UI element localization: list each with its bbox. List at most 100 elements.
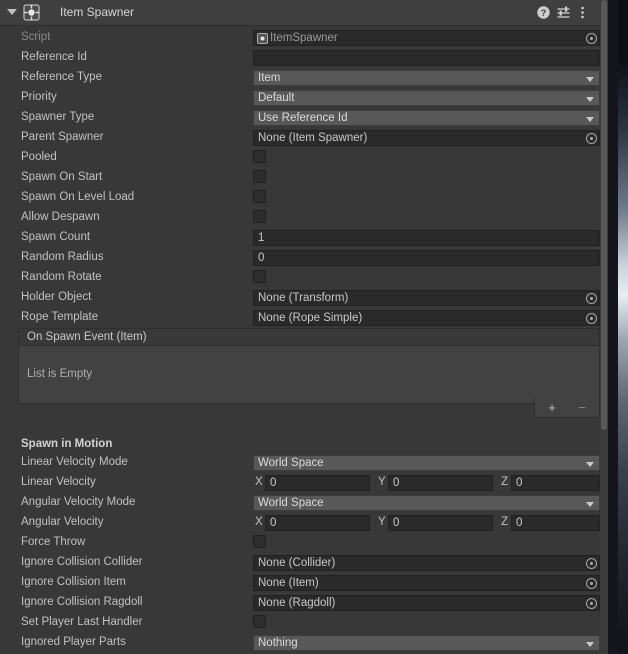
object-picker-icon[interactable] <box>586 558 597 569</box>
row-label: Spawn On Level Load <box>21 191 135 203</box>
foldout-arrow-icon[interactable] <box>7 9 17 15</box>
row-label: Script <box>21 31 51 43</box>
object-reference-field[interactable]: None (Transform) <box>253 290 600 306</box>
row-reference-id: Reference Id <box>0 48 600 68</box>
text-input[interactable] <box>253 50 600 66</box>
row-spawn-on-level-load: Spawn On Level Load <box>0 188 600 208</box>
object-picker-icon[interactable] <box>586 293 597 304</box>
motion_rows-field-3[interactable]: X0Y0Z0 <box>253 515 600 531</box>
rows-field-1[interactable] <box>253 50 600 66</box>
scrollbar-thumb[interactable] <box>601 0 607 430</box>
rows-field-5[interactable]: None (Item Spawner) <box>253 130 600 146</box>
rows-field-11[interactable]: 0 <box>253 250 600 266</box>
row-random-radius: Random Radius 0 <box>0 248 600 268</box>
inspector-scrollbar[interactable] <box>600 0 608 654</box>
motion_rows-field-4[interactable] <box>253 535 600 551</box>
inspector-panel: Item Spawner ? Script ItemSpawner Refere… <box>0 0 600 654</box>
rows-field-10[interactable]: 1 <box>253 230 600 246</box>
object-reference-field[interactable]: None (Item Spawner) <box>253 130 600 146</box>
rows-field-6[interactable] <box>253 150 600 166</box>
rows-field-14[interactable]: None (Rope Simple) <box>253 310 600 326</box>
checkbox-toggle[interactable] <box>253 170 266 183</box>
chevron-down-icon <box>586 502 594 507</box>
section-header-spawn-in-motion: Spawn in Motion <box>0 435 600 455</box>
dropdown-select[interactable]: World Space <box>253 495 600 511</box>
axis-input-2[interactable]: 0 <box>511 475 600 491</box>
dropdown-select[interactable]: Nothing <box>253 635 600 651</box>
rows-field-4[interactable]: Use Reference Id <box>253 110 600 126</box>
remove-event-button[interactable]: − <box>568 400 596 416</box>
row-label: Set Player Last Handler <box>21 616 143 628</box>
motion_rows-field-7[interactable]: None (Ragdoll) <box>253 595 600 611</box>
row-label: Random Rotate <box>21 271 102 283</box>
rows-field-12[interactable] <box>253 270 600 286</box>
motion_rows-field-8[interactable] <box>253 615 600 631</box>
rows-field-9[interactable] <box>253 210 600 226</box>
component-header[interactable]: Item Spawner ? <box>0 0 600 26</box>
script-icon <box>257 33 268 44</box>
row-label: Rope Template <box>21 311 99 323</box>
dropdown-select[interactable]: Use Reference Id <box>253 110 600 126</box>
axis-input-0[interactable]: 0 <box>265 475 370 491</box>
object-reference-field[interactable]: None (Collider) <box>253 555 600 571</box>
object-picker-icon[interactable] <box>586 133 597 144</box>
row-label: Angular Velocity <box>21 516 104 528</box>
row-label: Spawn Count <box>21 231 91 243</box>
checkbox-toggle[interactable] <box>253 535 266 548</box>
on-spawn-event-list[interactable]: On Spawn Event (Item) List is Empty <box>18 328 600 404</box>
row-label: Spawn On Start <box>21 171 103 183</box>
row-ignored-player-parts: Ignored Player Parts Nothing <box>0 633 600 653</box>
axis-value-1: 0 <box>393 517 400 529</box>
row-priority: Priority Default <box>0 88 600 108</box>
text-input[interactable]: 1 <box>253 230 600 246</box>
preset-icon[interactable] <box>555 4 572 21</box>
rows-field-0[interactable]: ItemSpawner <box>253 30 600 46</box>
row-label: Ignore Collision Ragdoll <box>21 596 143 608</box>
object-reference-field[interactable]: None (Item) <box>253 575 600 591</box>
object-picker-icon[interactable] <box>586 33 597 44</box>
chevron-down-icon <box>586 642 594 647</box>
object-field-value: None (Item Spawner) <box>258 132 368 144</box>
checkbox-toggle[interactable] <box>253 210 266 223</box>
object-picker-icon[interactable] <box>586 313 597 324</box>
object-reference-field[interactable]: None (Ragdoll) <box>253 595 600 611</box>
axis-label-1: Y <box>378 516 386 528</box>
text-input-value: 1 <box>258 232 265 244</box>
motion_rows-field-5[interactable]: None (Collider) <box>253 555 600 571</box>
checkbox-toggle[interactable] <box>253 270 266 283</box>
object-reference-field[interactable]: ItemSpawner <box>253 30 600 46</box>
axis-value-1: 0 <box>393 477 400 489</box>
axis-input-0[interactable]: 0 <box>265 515 370 531</box>
add-event-button[interactable]: + <box>538 400 566 416</box>
rows-field-3[interactable]: Default <box>253 90 600 106</box>
overflow-menu-icon[interactable] <box>574 4 591 21</box>
checkbox-toggle[interactable] <box>253 615 266 628</box>
row-rope-template: Rope Template None (Rope Simple) <box>0 308 600 328</box>
row-ignore-collision-ragdoll: Ignore Collision Ragdoll None (Ragdoll) <box>0 593 600 613</box>
text-input[interactable]: 0 <box>253 250 600 266</box>
checkbox-toggle[interactable] <box>253 150 266 163</box>
axis-value-2: 0 <box>516 517 523 529</box>
object-picker-icon[interactable] <box>586 598 597 609</box>
dropdown-select[interactable]: World Space <box>253 455 600 471</box>
rows-field-8[interactable] <box>253 190 600 206</box>
dropdown-select[interactable]: Item <box>253 70 600 86</box>
help-icon[interactable]: ? <box>535 4 552 21</box>
object-picker-icon[interactable] <box>586 578 597 589</box>
dropdown-select[interactable]: Default <box>253 90 600 106</box>
axis-input-1[interactable]: 0 <box>388 475 493 491</box>
motion_rows-field-0[interactable]: World Space <box>253 455 600 471</box>
rows-field-13[interactable]: None (Transform) <box>253 290 600 306</box>
motion_rows-field-2[interactable]: World Space <box>253 495 600 511</box>
axis-input-1[interactable]: 0 <box>388 515 493 531</box>
rows-field-7[interactable] <box>253 170 600 186</box>
motion_rows-field-1[interactable]: X0Y0Z0 <box>253 475 600 491</box>
rows-field-2[interactable]: Item <box>253 70 600 86</box>
checkbox-toggle[interactable] <box>253 190 266 203</box>
chevron-down-icon <box>586 462 594 467</box>
motion_rows-field-9[interactable]: Nothing <box>253 635 600 651</box>
axis-input-2[interactable]: 0 <box>511 515 600 531</box>
object-reference-field[interactable]: None (Rope Simple) <box>253 310 600 326</box>
motion_rows-field-6[interactable]: None (Item) <box>253 575 600 591</box>
row-label: Allow Despawn <box>21 211 100 223</box>
